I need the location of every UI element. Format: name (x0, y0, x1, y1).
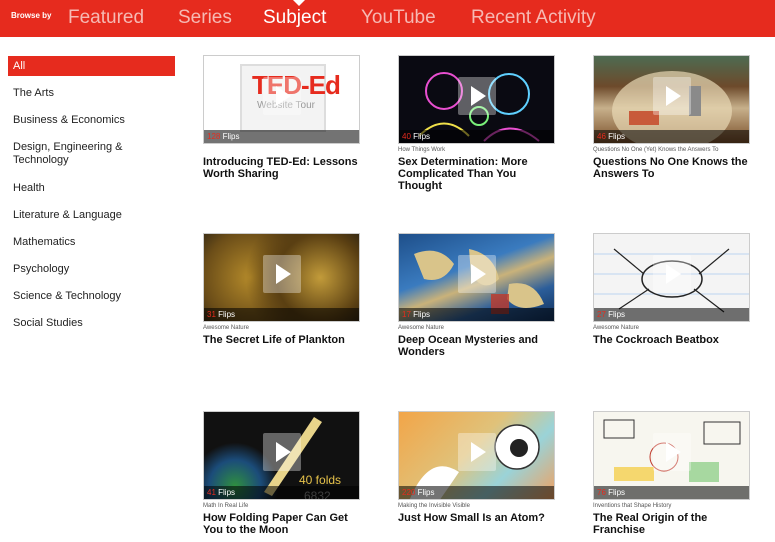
sidebar-item-business-economics[interactable]: Business & Economics (8, 110, 175, 130)
series-label[interactable]: Making the Invisible Visible (398, 503, 555, 511)
sidebar-item-mathematics[interactable]: Mathematics (8, 232, 175, 252)
lesson-title[interactable]: Deep Ocean Mysteries and Wonders (398, 334, 555, 358)
flip-count-bar: 76 Flips (594, 486, 749, 499)
flip-count: 128 (207, 132, 221, 141)
lesson-card[interactable]: 27 Flips Awesome Nature The Cockroach Be… (593, 233, 750, 346)
folds-label: 40 folds (299, 473, 341, 487)
sidebar-item-literature-language[interactable]: Literature & Language (8, 205, 175, 225)
flip-count: 220 (402, 488, 416, 497)
lesson-card[interactable]: TED-Ed Website Tour 128 Flips Introducin… (203, 55, 360, 180)
lesson-title[interactable]: Just How Small Is an Atom? (398, 512, 555, 524)
lesson-title[interactable]: Introducing TED-Ed: Lessons Worth Sharin… (203, 156, 360, 180)
series-label[interactable]: How Things Work (398, 147, 555, 155)
sidebar-item-health[interactable]: Health (8, 178, 175, 198)
lesson-thumbnail[interactable]: TED-Ed Website Tour 128 Flips (203, 55, 360, 144)
series-label[interactable]: Awesome Nature (203, 325, 360, 333)
play-icon[interactable] (458, 255, 496, 293)
flips-label: Flips (417, 488, 435, 497)
lesson-thumbnail[interactable]: 76 Flips (593, 411, 750, 500)
flip-count-bar: 46 Flips (594, 130, 749, 143)
lesson-card[interactable]: 220 Flips Making the Invisible Visible J… (398, 411, 555, 524)
flip-count: 27 (597, 310, 606, 319)
top-nav-bar: Browse by Featured Series Subject YouTub… (0, 0, 775, 37)
tab-featured[interactable]: Featured (68, 7, 144, 29)
tab-youtube[interactable]: YouTube (361, 7, 436, 29)
series-label[interactable]: Math In Real Life (203, 503, 360, 511)
play-icon[interactable] (653, 433, 691, 471)
flips-label: Flips (218, 488, 236, 497)
flip-count: 17 (402, 310, 411, 319)
browse-by-label: Browse by (11, 11, 52, 20)
flip-count-bar: 27 Flips (594, 308, 749, 321)
series-label[interactable]: Inventions that Shape History (593, 503, 750, 511)
flip-count: 40 (402, 132, 411, 141)
play-icon[interactable] (458, 77, 496, 115)
flips-label: Flips (608, 488, 626, 497)
flip-count-bar: 41 Flips (204, 486, 359, 499)
lesson-thumbnail[interactable]: 220 Flips (398, 411, 555, 500)
flip-count: 76 (597, 488, 606, 497)
lesson-card[interactable]: 40 Flips How Things Work Sex Determinati… (398, 55, 555, 192)
sidebar-item-design-engineering-technology[interactable]: Design, Engineering & Technology (8, 141, 175, 169)
flip-count-bar: 31 Flips (204, 308, 359, 321)
lesson-title[interactable]: How Folding Paper Can Get You to the Moo… (203, 512, 360, 536)
lesson-card[interactable]: 46 Flips Questions No One (Yet) Knows th… (593, 55, 750, 180)
play-icon[interactable] (653, 255, 691, 293)
series-label[interactable]: Questions No One (Yet) Knows the Answers… (593, 147, 750, 155)
lesson-title[interactable]: The Real Origin of the Franchise (593, 512, 750, 536)
lesson-title[interactable]: Sex Determination: More Complicated Than… (398, 156, 555, 192)
flip-count: 46 (597, 132, 606, 141)
play-icon[interactable] (263, 433, 301, 471)
play-icon[interactable] (263, 255, 301, 293)
sidebar-item-all[interactable]: All (8, 56, 175, 76)
lesson-thumbnail[interactable]: 27 Flips (593, 233, 750, 322)
lesson-title[interactable]: Questions No One Knows the Answers To (593, 156, 750, 180)
series-label[interactable]: Awesome Nature (593, 325, 750, 333)
lesson-card[interactable]: 76 Flips Inventions that Shape History T… (593, 411, 750, 536)
series-label[interactable] (203, 147, 360, 155)
play-icon[interactable] (458, 433, 496, 471)
flip-count-bar: 17 Flips (399, 308, 554, 321)
active-tab-pointer (293, 0, 305, 6)
lesson-title[interactable]: The Cockroach Beatbox (593, 334, 750, 346)
sidebar-item-science-technology[interactable]: Science & Technology (8, 286, 175, 306)
flip-count-bar: 128 Flips (204, 130, 359, 143)
flips-label: Flips (413, 132, 431, 141)
lesson-thumbnail[interactable]: 40 Flips (398, 55, 555, 144)
tab-recent-activity[interactable]: Recent Activity (471, 7, 596, 29)
lesson-thumbnail[interactable]: 17 Flips (398, 233, 555, 322)
flip-count-bar: 40 Flips (399, 130, 554, 143)
sidebar-item-the-arts[interactable]: The Arts (8, 83, 175, 103)
flip-count: 31 (207, 310, 216, 319)
lesson-title[interactable]: The Secret Life of Plankton (203, 334, 360, 346)
lesson-thumbnail[interactable]: 46 Flips (593, 55, 750, 144)
sidebar-item-social-studies[interactable]: Social Studies (8, 313, 175, 333)
lesson-thumbnail[interactable]: 31 Flips (203, 233, 360, 322)
lesson-card[interactable]: 40 folds 6832 41 Flips Math In Real Life… (203, 411, 360, 536)
flip-count-bar: 220 Flips (399, 486, 554, 499)
lesson-card[interactable]: 17 Flips Awesome Nature Deep Ocean Myste… (398, 233, 555, 358)
sidebar-item-psychology[interactable]: Psychology (8, 259, 175, 279)
flip-count: 41 (207, 488, 216, 497)
flips-label: Flips (413, 310, 431, 319)
flips-label: Flips (222, 132, 240, 141)
flips-label: Flips (608, 310, 626, 319)
flips-label: Flips (608, 132, 626, 141)
series-label[interactable]: Awesome Nature (398, 325, 555, 333)
play-icon[interactable] (263, 77, 301, 115)
lesson-thumbnail[interactable]: 40 folds 6832 41 Flips (203, 411, 360, 500)
lesson-card[interactable]: 31 Flips Awesome Nature The Secret Life … (203, 233, 360, 346)
play-icon[interactable] (653, 77, 691, 115)
tab-series[interactable]: Series (178, 7, 232, 29)
flips-label: Flips (218, 310, 236, 319)
tab-subject[interactable]: Subject (263, 7, 326, 29)
